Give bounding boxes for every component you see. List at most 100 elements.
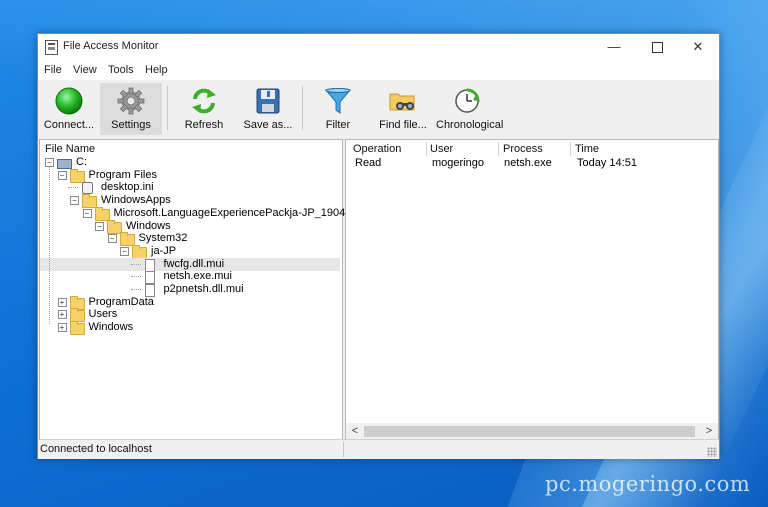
floppy-disk-icon [256,88,280,114]
refresh-button[interactable]: Refresh [172,83,236,135]
drive-icon [57,159,72,169]
tree-node[interactable]: − Program Files [40,168,340,183]
tree-node[interactable]: − Microsoft.LanguageExperiencePackja-JP_1… [40,206,364,221]
chronological-button[interactable]: Chronological [436,83,504,135]
tree-node-label: WindowsApps [101,194,171,207]
save-as-label: Save as... [243,119,293,131]
time-header[interactable]: Time [575,143,599,155]
operation-cell: Read [355,157,382,169]
tree-connector [130,263,141,265]
tree-node[interactable]: − C: [40,156,340,169]
funnel-icon [324,88,352,114]
toolbar: Connect... Settings Refresh Save as... F… [38,80,719,140]
tree-node[interactable]: fwcfg.dll.mui [40,257,340,272]
folder-icon [69,321,85,336]
collapse-toggle[interactable]: − [120,246,129,256]
tree-node[interactable]: − ja-JP [40,244,340,259]
maximize-icon [651,42,663,54]
find-file-label: Find file... [379,119,427,131]
tree-node-label: p2pnetsh.dll.mui [163,283,244,295]
toolbar-separator [302,86,303,130]
user-cell: mogeringo [432,157,484,169]
refresh-label: Refresh [184,119,224,131]
expand-toggle[interactable]: + [57,297,67,307]
status-text: Connected to localhost [40,443,152,455]
tree-node[interactable]: − WindowsApps [40,194,340,209]
maximize-button[interactable] [636,34,678,60]
tree-node-label: Windows [88,321,134,334]
collapse-toggle[interactable]: − [57,170,67,180]
tree-node[interactable]: − Windows [40,219,340,234]
title-bar[interactable]: File Access Monitor — ✕ [38,34,719,60]
tree-node-label: Windows [126,219,171,232]
tree-node[interactable]: netsh.exe.mui [40,270,340,285]
app-icon [45,40,58,55]
status-bar: Connected to localhost [38,439,719,459]
tree-node[interactable]: + Windows [40,321,340,336]
status-separator [343,442,344,457]
green-circle-icon [55,87,83,115]
operation-header[interactable]: Operation [353,143,401,155]
tree-node[interactable]: p2pnetsh.dll.mui [40,283,340,297]
column-separator [570,142,571,156]
scrollbar-thumb[interactable] [364,426,695,437]
tree-connector [130,276,141,278]
filter-button[interactable]: Filter [310,83,366,135]
tree-node-label: ProgramData [88,295,154,308]
scroll-left-button[interactable]: < [347,424,363,439]
expand-toggle[interactable]: + [57,310,67,320]
connect-label: Connect... [43,119,95,131]
tree-node-label: System32 [138,232,188,245]
file-name-header[interactable]: File Name [45,143,95,155]
collapse-toggle[interactable]: − [70,196,79,206]
tree-guide [49,166,50,324]
user-header[interactable]: User [430,143,453,155]
collapse-toggle[interactable]: − [95,221,104,231]
expand-toggle[interactable]: + [57,323,67,333]
time-cell: Today 14:51 [577,157,637,169]
column-separator [426,142,427,156]
menu-view[interactable]: View [73,64,97,76]
tree-node[interactable]: + Users [40,308,340,323]
refresh-icon [192,88,216,114]
toolbar-separator [167,86,168,130]
process-cell: netsh.exe [504,157,552,169]
tree-node-label: C: [76,156,87,168]
file-tree-pane[interactable]: File Name − C: − Program Files desktop.ini − W… [39,139,364,441]
events-pane[interactable]: Operation User Process Time Read mogerin… [345,139,719,441]
minimize-button[interactable]: — [593,34,635,60]
resize-grip[interactable] [707,447,717,457]
chronological-label: Chronological [436,119,504,131]
save-as-button[interactable]: Save as... [238,83,298,135]
collapse-toggle[interactable]: − [107,234,117,244]
find-file-button[interactable]: Find file... [374,83,432,135]
tree-node-label: ja-JP [151,244,177,257]
tree-node-label: Program Files [88,168,157,181]
binoculars-folder-icon [389,93,415,111]
tree-node-label: Users [88,308,118,321]
connect-button[interactable]: Connect... [40,83,98,135]
menu-tools[interactable]: Tools [108,64,134,76]
tree-node[interactable]: desktop.ini [40,181,340,195]
tree-node[interactable]: − System32 [40,232,340,247]
collapse-toggle[interactable]: − [82,208,92,218]
horizontal-scrollbar[interactable]: < > [346,423,718,440]
tree-connector [130,289,141,290]
clock-icon [455,88,480,113]
settings-button[interactable]: Settings [100,83,162,135]
gear-icon [117,87,145,115]
settings-file-icon [82,182,93,195]
filter-label: Filter [325,119,351,131]
process-header[interactable]: Process [503,143,543,155]
tree-node[interactable]: + ProgramData [40,295,340,310]
scroll-right-button[interactable]: > [701,424,717,439]
menu-bar: File View Tools Help [38,60,719,80]
close-button[interactable]: ✕ [677,34,719,60]
tree-node-label: fwcfg.dll.mui [163,257,225,270]
column-separator [498,142,499,156]
tree-node-label: desktop.ini [101,181,154,194]
tree-node-label: Microsoft.LanguageExperiencePackja-JP_19… [113,206,364,219]
menu-help[interactable]: Help [145,64,168,76]
menu-file[interactable]: File [44,64,62,76]
app-window: File Access Monitor — ✕ File View Tools … [37,33,720,459]
